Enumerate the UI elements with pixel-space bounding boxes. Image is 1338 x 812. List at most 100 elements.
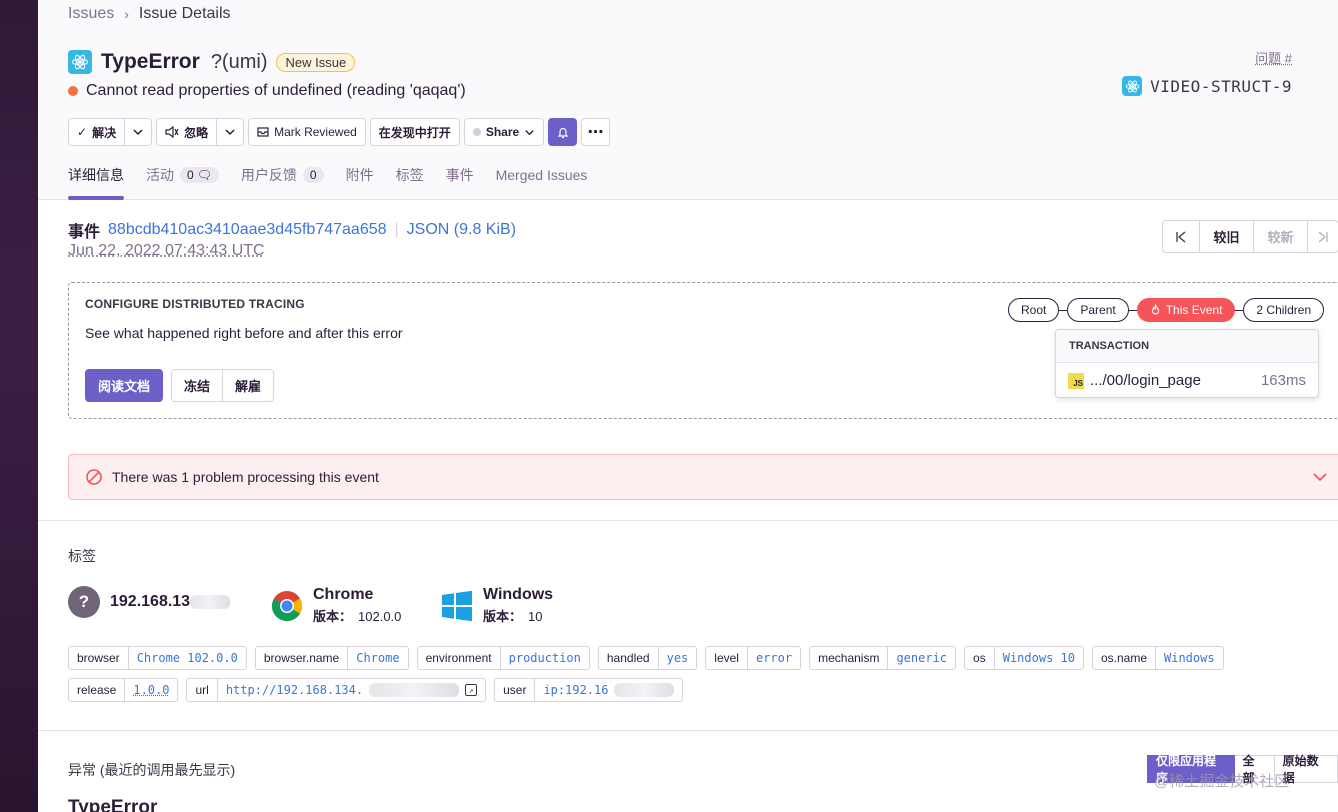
trace-connector bbox=[1059, 309, 1068, 311]
alert-text: There was 1 problem processing this even… bbox=[112, 469, 379, 485]
tab-label: 活动 bbox=[146, 167, 174, 183]
tag-key: mechanism bbox=[810, 647, 889, 669]
tag-value[interactable]: 1.0.0 bbox=[125, 679, 177, 701]
breadcrumb-issues-link[interactable]: Issues bbox=[68, 5, 114, 23]
chevron-down-icon bbox=[225, 129, 235, 136]
trace-navigator: Root Parent This Event 2 Children bbox=[1008, 298, 1325, 322]
open-in-discover-button[interactable]: 在发现中打开 bbox=[369, 118, 460, 146]
tag-value[interactable]: Windows bbox=[1156, 647, 1223, 669]
tag-value[interactable]: Chrome 102.0.0 bbox=[129, 647, 246, 669]
tag-pill[interactable]: user ip:192.16 bbox=[494, 678, 684, 702]
chrome-icon bbox=[271, 590, 303, 621]
redacted-value bbox=[369, 683, 460, 697]
context-version: 版本： 10 bbox=[483, 606, 553, 625]
exception-type: TypeError bbox=[68, 797, 158, 812]
new-issue-badge: New Issue bbox=[276, 52, 356, 72]
tag-pill[interactable]: mechanism generic bbox=[809, 646, 957, 670]
react-platform-icon bbox=[1122, 76, 1143, 96]
unknown-user-icon: ? bbox=[68, 586, 100, 618]
tab-attachments[interactable]: 附件 bbox=[346, 164, 374, 186]
trace-parent-button[interactable]: Parent bbox=[1067, 298, 1129, 322]
tag-value[interactable]: ip:192.16 bbox=[535, 679, 682, 701]
tag-value[interactable]: Chrome bbox=[348, 647, 407, 669]
issue-tabs: 详细信息 活动 0 🗨 用户反馈 0 附件 标签 事件 Merged Issues bbox=[68, 164, 588, 200]
redacted-value bbox=[190, 594, 231, 609]
trace-this-event-button[interactable]: This Event bbox=[1136, 298, 1236, 322]
read-docs-button[interactable]: 阅读文档 bbox=[85, 369, 164, 402]
tag-key: level bbox=[706, 647, 748, 669]
tab-tags[interactable]: 标签 bbox=[396, 164, 424, 186]
transaction-popover: TRANSACTION JS .../00/login_page 163ms bbox=[1055, 329, 1319, 398]
event-json-link[interactable]: JSON (9.8 KiB) bbox=[407, 221, 516, 239]
issue-short-id[interactable]: VIDEO-STRUCT-9 bbox=[1150, 77, 1292, 96]
processing-error-alert[interactable]: There was 1 problem processing this even… bbox=[68, 454, 1338, 500]
tag-user-text: ip:192.16 bbox=[543, 683, 609, 697]
tag-value[interactable]: generic bbox=[888, 647, 955, 669]
tag-pill[interactable]: os.name Windows bbox=[1091, 646, 1224, 670]
tag-value[interactable]: Windows 10 bbox=[995, 647, 1083, 669]
resolve-dropdown-button[interactable] bbox=[125, 118, 153, 146]
transaction-row[interactable]: JS .../00/login_page 163ms bbox=[1056, 363, 1318, 398]
tab-merged-issues[interactable]: Merged Issues bbox=[496, 164, 588, 186]
tab-details[interactable]: 详细信息 bbox=[68, 164, 124, 200]
tag-pill[interactable]: handled yes bbox=[597, 646, 698, 670]
level-error-indicator bbox=[68, 86, 78, 96]
tag-list: browser Chrome 102.0.0 browser.name Chrome… bbox=[68, 646, 1268, 702]
ignore-label: 忽略 bbox=[184, 125, 209, 140]
ignore-dropdown-button[interactable] bbox=[217, 118, 245, 146]
tag-key: url bbox=[187, 679, 218, 701]
mark-reviewed-label: Mark Reviewed bbox=[274, 125, 357, 139]
mark-reviewed-button[interactable]: Mark Reviewed bbox=[248, 118, 366, 146]
tag-value[interactable]: error bbox=[748, 647, 800, 669]
subscribe-button[interactable] bbox=[548, 118, 578, 146]
react-platform-icon bbox=[68, 50, 92, 74]
more-actions-button[interactable]: ⋯ bbox=[581, 118, 611, 146]
event-id-link[interactable]: 88bcdb410ac3410aae3d45fb747aa658 bbox=[108, 221, 387, 239]
tag-value[interactable]: yes bbox=[659, 647, 697, 669]
tag-pill[interactable]: level error bbox=[705, 646, 802, 670]
newer-event-button[interactable]: 较新 bbox=[1254, 221, 1308, 252]
tag-value[interactable]: production bbox=[501, 647, 589, 669]
external-link-icon[interactable]: ↗ bbox=[465, 684, 478, 696]
context-browser: Chrome 版本： 102.0.0 bbox=[271, 586, 401, 625]
transaction-header: TRANSACTION bbox=[1056, 330, 1318, 363]
tag-pill[interactable]: environment production bbox=[416, 646, 590, 670]
javascript-icon: JS bbox=[1068, 372, 1084, 389]
tag-key: os bbox=[965, 647, 995, 669]
chevron-down-icon[interactable] bbox=[1311, 468, 1329, 486]
tag-pill[interactable]: browser.name Chrome bbox=[254, 646, 409, 670]
first-event-button[interactable] bbox=[1163, 221, 1200, 252]
tab-activity[interactable]: 活动 0 🗨 bbox=[146, 164, 219, 186]
user-ip: 192.168.13 bbox=[110, 593, 191, 610]
error-prohibited-icon bbox=[86, 469, 102, 485]
tab-label: 用户反馈 bbox=[240, 167, 297, 183]
trace-children-button[interactable]: 2 Children bbox=[1243, 298, 1325, 322]
older-event-button[interactable]: 较旧 bbox=[1200, 221, 1254, 252]
tag-pill[interactable]: os Windows 10 bbox=[964, 646, 1084, 670]
chevron-down-icon bbox=[133, 129, 143, 136]
tab-label: 详细信息 bbox=[68, 167, 124, 183]
tag-value[interactable]: http://192.168.134. ↗ bbox=[218, 679, 485, 701]
exception-section-title: 异常 (最近的调用最先显示) bbox=[68, 762, 236, 778]
transaction-name: .../00/login_page bbox=[1090, 372, 1201, 389]
resolve-button[interactable]: ✓ 解决 bbox=[68, 118, 126, 146]
tab-label: 附件 bbox=[345, 167, 374, 183]
tag-pill[interactable]: url http://192.168.134. ↗ bbox=[186, 678, 487, 702]
event-timestamp: Jun 22, 2022 07:43:43 UTC bbox=[68, 242, 265, 259]
tab-user-feedback[interactable]: 用户反馈 0 bbox=[241, 164, 324, 186]
tag-pill[interactable]: release 1.0.0 bbox=[68, 678, 179, 702]
tab-events[interactable]: 事件 bbox=[446, 164, 474, 186]
snooze-button[interactable]: 冻结 bbox=[172, 370, 224, 401]
windows-icon bbox=[442, 590, 472, 621]
tag-key: os.name bbox=[1093, 647, 1156, 669]
inbox-icon bbox=[257, 127, 269, 137]
latest-event-button[interactable] bbox=[1308, 221, 1338, 252]
ignore-button[interactable]: 忽略 bbox=[156, 118, 218, 146]
fire-icon bbox=[1151, 304, 1159, 315]
dismiss-button[interactable]: 解雇 bbox=[223, 370, 273, 401]
mute-icon bbox=[165, 126, 179, 138]
event-label: 事件 bbox=[68, 224, 101, 241]
tag-pill[interactable]: browser Chrome 102.0.0 bbox=[68, 646, 247, 670]
trace-root-button[interactable]: Root bbox=[1008, 298, 1060, 322]
share-button[interactable]: Share bbox=[463, 118, 545, 146]
